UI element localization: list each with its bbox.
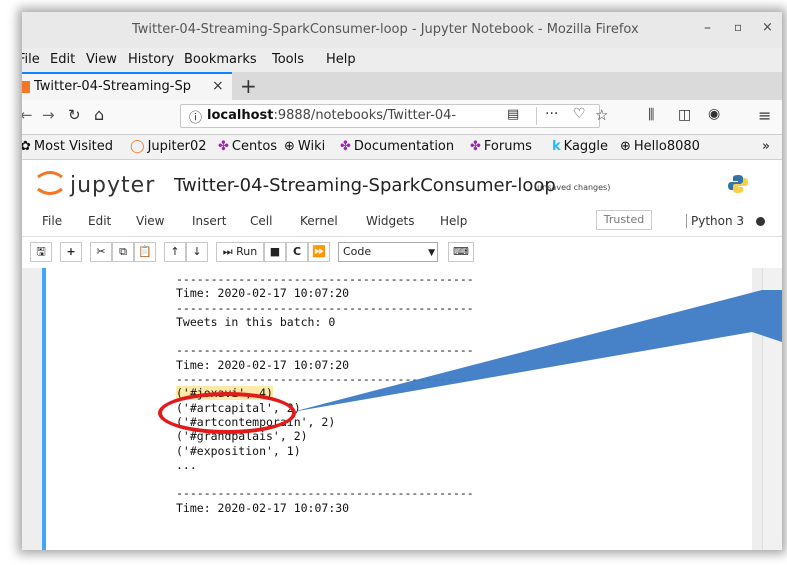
screenshot-frame: Twitter-04-Streaming-SparkConsumer-loop …	[22, 12, 782, 550]
callout-arrow	[292, 290, 782, 412]
callout-arrow-shape	[292, 290, 782, 412]
